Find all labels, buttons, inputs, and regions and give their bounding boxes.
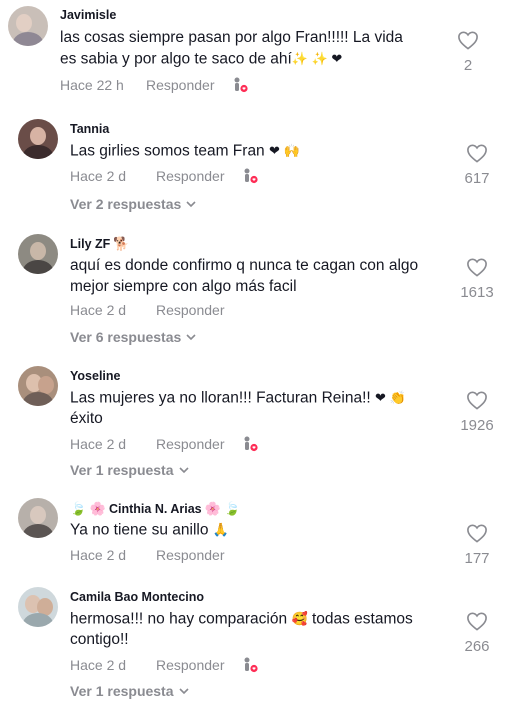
reply-button[interactable]: Responder	[156, 547, 242, 563]
view-replies-label: Ver 6 respuestas	[70, 329, 182, 345]
comment-time: Hace 2 d	[70, 547, 127, 563]
comment-time: Hace 2 d	[70, 657, 127, 673]
comment-username[interactable]: Tannia	[70, 122, 109, 136]
heart-outline-icon	[467, 391, 487, 410]
comment-text: hermosa!!! no hay comparación 🥰 todas es…	[70, 609, 440, 650]
like-button[interactable]: 1926	[447, 390, 507, 434]
comment-time: Hace 2 d	[70, 168, 127, 184]
comment-text: aquí es donde confirmo q nunca te cagan …	[70, 256, 440, 297]
avatar[interactable]	[18, 587, 58, 627]
comment-text-fragment: es sabia y por algo te saco de ahí	[60, 49, 292, 67]
comment-username[interactable]: Javimisle	[60, 8, 116, 22]
leaf-flower-emoji: 🍃 🌸	[70, 501, 106, 516]
reply-button[interactable]: Responder	[156, 168, 242, 184]
heart-clap-emoji: ❤ 👏	[375, 390, 406, 405]
comment-time: Hace 2 d	[70, 436, 127, 452]
heart-outline-icon	[458, 31, 478, 50]
smiling-hearts-emoji: 🥰	[291, 611, 308, 626]
reply-button[interactable]: Responder	[156, 436, 242, 452]
like-count: 617	[464, 170, 490, 187]
creator-liked-icon	[232, 76, 250, 94]
comment-username[interactable]: 🍃 🌸 Cinthia N. Arias 🌸 🍃	[70, 501, 241, 517]
like-button[interactable]: 266	[447, 611, 507, 655]
comment-text-line: aquí es donde confirmo q nunca te cagan …	[70, 257, 419, 274]
chevron-down-icon	[186, 334, 196, 341]
like-count: 1613	[460, 284, 494, 301]
comment-text-fragment: todas estamos	[311, 610, 413, 628]
comment-text-line: Ya no tiene su anillo 🙏	[70, 520, 440, 541]
chevron-down-icon	[186, 201, 196, 208]
comment-text-line: las cosas siempre pasan por algo Fran!!!…	[60, 29, 403, 46]
comment-username[interactable]: Camila Bao Montecino	[70, 590, 204, 604]
like-button[interactable]: 2	[438, 30, 498, 74]
comment-text-line: contigo!!	[70, 630, 129, 648]
sparkles-heart-emoji: ✨ ✨ ❤	[291, 50, 343, 66]
comment-text-fragment: hermosa!!! no hay comparación	[70, 610, 288, 628]
avatar[interactable]	[18, 498, 58, 538]
comment-text-fragment: Las mujeres ya no lloran!!! Facturan Rei…	[70, 389, 371, 407]
avatar[interactable]	[18, 366, 58, 406]
chevron-down-icon	[178, 688, 189, 695]
view-replies-button[interactable]: Ver 1 respuesta	[70, 683, 190, 699]
comment-text-fragment: Las girlies somos team Fran	[70, 142, 265, 160]
comment-text: Las mujeres ya no lloran!!! Facturan Rei…	[70, 388, 440, 429]
comment-time: Hace 2 d	[70, 302, 127, 318]
view-replies-label: Ver 1 respuesta	[70, 683, 174, 699]
comment-text-fragment: Ya no tiene su anillo	[70, 521, 209, 539]
like-button[interactable]: 617	[447, 143, 507, 187]
creator-liked-icon	[242, 435, 260, 453]
comment-text-line: éxito	[70, 409, 103, 427]
avatar[interactable]	[8, 6, 48, 46]
view-replies-button[interactable]: Ver 6 respuestas	[70, 329, 197, 345]
chevron-down-icon	[178, 467, 189, 474]
comment-text-line: mejor siempre con algo más facil	[70, 277, 297, 295]
flower-leaf-emoji: 🌸 🍃	[204, 501, 241, 516]
view-replies-label: Ver 1 respuesta	[70, 462, 174, 478]
heart-outline-icon	[467, 612, 487, 631]
comment-username[interactable]: Lily ZF 🐕	[70, 236, 129, 252]
avatar[interactable]	[18, 119, 58, 159]
view-replies-button[interactable]: Ver 1 respuesta	[70, 462, 190, 478]
comment-text-line: Las girlies somos team Fran ❤ 🙌	[70, 141, 440, 162]
comment-text: Ya no tiene su anillo 🙏	[70, 520, 440, 541]
comment-text-line: es sabia y por algo te saco de ahí✨ ✨ ❤	[60, 49, 430, 70]
reply-button[interactable]: Responder	[146, 77, 232, 93]
comment-text-line: Las mujeres ya no lloran!!! Facturan Rei…	[70, 388, 440, 409]
creator-liked-icon	[242, 656, 260, 674]
like-button[interactable]: 177	[447, 523, 507, 567]
like-count: 266	[464, 638, 490, 655]
like-count: 2	[463, 57, 473, 74]
reply-button[interactable]: Responder	[156, 302, 242, 318]
reply-button[interactable]: Responder	[156, 657, 242, 673]
comment-username[interactable]: Yoseline	[70, 369, 120, 383]
comment-time: Hace 22 h	[60, 77, 124, 93]
heart-outline-icon	[467, 524, 487, 543]
heart-outline-icon	[467, 144, 487, 163]
creator-liked-icon	[242, 167, 260, 185]
dog-emoji: 🐕	[113, 236, 130, 251]
like-button[interactable]: 1613	[447, 257, 507, 301]
pray-emoji: 🙏	[212, 522, 229, 537]
like-count: 177	[464, 550, 490, 567]
comment-text: Las girlies somos team Fran ❤ 🙌	[70, 141, 440, 162]
heart-outline-icon	[467, 258, 487, 277]
comment-text: las cosas siempre pasan por algo Fran!!!…	[60, 28, 430, 69]
comment-text-line: hermosa!!! no hay comparación 🥰 todas es…	[70, 609, 440, 630]
avatar[interactable]	[18, 234, 58, 274]
heart-hands-emoji: ❤ 🙌	[269, 143, 300, 158]
view-replies-label: Ver 2 respuestas	[70, 196, 182, 212]
view-replies-button[interactable]: Ver 2 respuestas	[70, 196, 197, 212]
like-count: 1926	[460, 417, 494, 434]
